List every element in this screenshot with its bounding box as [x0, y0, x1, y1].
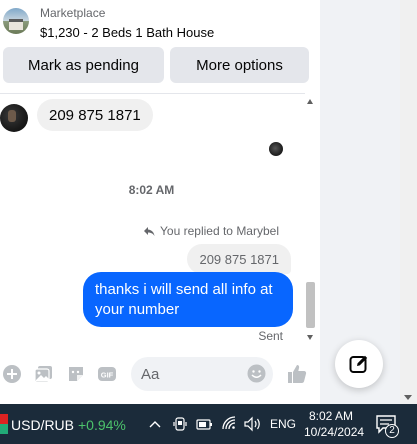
composer-bar: GIF Aa — [0, 350, 320, 398]
listing-info[interactable]: Marketplace $1,230 - 2 Beds 1 Bath House — [40, 6, 214, 42]
battery-icon[interactable] — [195, 415, 213, 433]
new-message-button[interactable] — [335, 340, 383, 388]
speaker-icon[interactable] — [243, 415, 263, 433]
scroll-down-arrow-icon[interactable] — [307, 335, 313, 340]
sticker-icon[interactable] — [66, 364, 86, 384]
listing-thumbnail[interactable] — [3, 8, 29, 34]
mark-as-pending-button[interactable]: Mark as pending — [3, 47, 164, 83]
replied-to-label: You replied to Marybel — [160, 224, 279, 238]
clock-date: 10/24/2024 — [304, 425, 365, 439]
scroll-thumb[interactable] — [306, 282, 315, 328]
thumbs-up-icon[interactable] — [286, 363, 308, 385]
reply-icon — [144, 226, 155, 236]
emoji-icon[interactable] — [247, 364, 266, 383]
page-scrollbar[interactable] — [400, 0, 417, 404]
message-status: Sent — [258, 329, 283, 343]
ticker-symbol[interactable]: USD/RUB — [11, 417, 74, 433]
ticker-icon[interactable] — [0, 414, 8, 434]
chat-header[interactable]: Marketplace $1,230 - 2 Beds 1 Bath House — [0, 0, 320, 46]
ticker-change[interactable]: +0.94% — [78, 417, 126, 433]
seen-indicator-avatar — [269, 142, 283, 156]
message-scrollbar[interactable] — [303, 94, 318, 346]
device-icon[interactable] — [173, 415, 187, 433]
more-options-button[interactable]: More options — [170, 47, 309, 83]
reply-context: You replied to Marybel — [143, 224, 279, 238]
listing-actions: Mark as pending More options — [3, 47, 309, 83]
outgoing-message[interactable]: thanks i will send all info at your numb… — [83, 272, 293, 327]
gif-icon[interactable]: GIF — [97, 364, 117, 384]
compose-icon — [349, 355, 368, 373]
scroll-up-arrow-icon[interactable] — [307, 99, 313, 104]
screen: Marketplace $1,230 - 2 Beds 1 Bath House… — [0, 0, 417, 444]
message-timestamp: 8:02 AM — [128, 183, 175, 197]
incoming-message[interactable]: 209 875 1871 — [37, 99, 153, 131]
page-scroll-down-icon[interactable] — [404, 395, 412, 400]
photo-icon[interactable] — [34, 364, 54, 384]
wifi-icon[interactable] — [221, 415, 239, 433]
sender-avatar[interactable] — [0, 104, 28, 132]
listing-title[interactable]: $1,230 - 2 Beds 1 Bath House — [40, 24, 214, 42]
notification-count-badge: 2 — [385, 424, 399, 438]
clock-time: 8:02 AM — [308, 409, 354, 423]
chat-window: Marketplace $1,230 - 2 Beds 1 Bath House… — [0, 0, 320, 404]
chevron-up-icon[interactable] — [148, 415, 162, 433]
marketplace-label: Marketplace — [40, 6, 106, 20]
language-indicator[interactable]: ENG — [270, 417, 296, 431]
system-clock[interactable]: 8:02 AM 10/24/2024 — [304, 408, 365, 440]
plus-circle-icon[interactable] — [2, 364, 22, 384]
quoted-message[interactable]: 209 875 1871 — [187, 244, 291, 274]
message-list: 209 875 1871 8:02 AM You replied to Mary… — [0, 94, 303, 346]
taskbar: USD/RUB +0.94% ENG 8:02 AM 10/24/2024 2 — [0, 404, 417, 444]
svg-text:GIF: GIF — [101, 371, 114, 380]
